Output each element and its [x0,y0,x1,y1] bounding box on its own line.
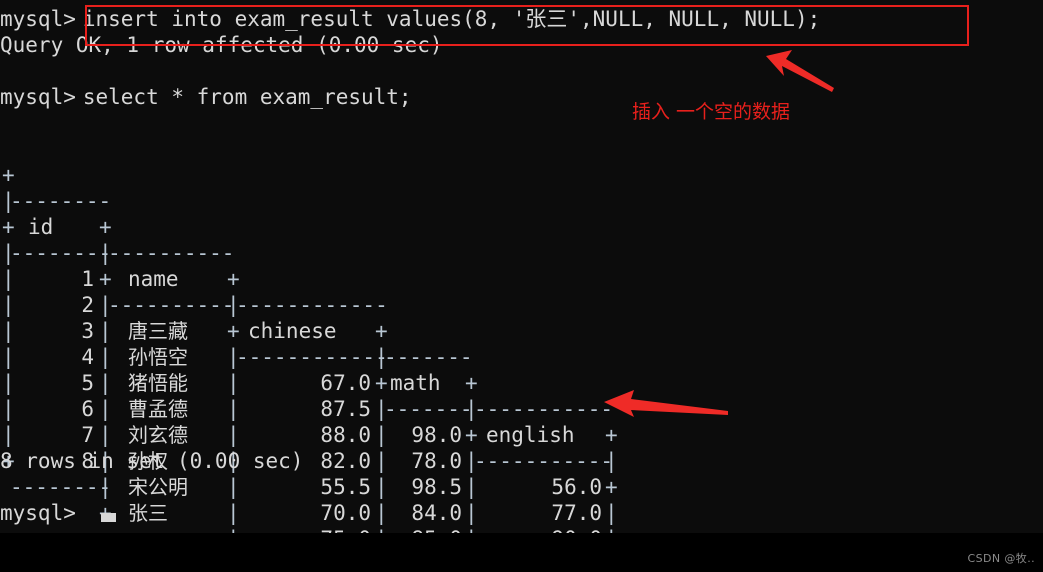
cell-chinese: 88.0 [320,423,371,447]
terminal-line-final-prompt[interactable]: mysql> [0,500,76,526]
rule-corner: + [99,267,112,291]
cell-math: 85.0 [384,526,462,533]
table-border: | [375,501,388,525]
table-border: | [99,345,112,369]
table-border: | [99,371,112,395]
table-rule-mid: + -------- + ---------- + ------------ +… [0,188,618,499]
cell-chinese: 67.0 [320,371,371,395]
table-rule-top: + -------- + ---------- + ------------ +… [0,136,618,447]
mysql-terminal[interactable]: mysql> insert into exam_result values(8, … [0,0,1043,533]
cell-english: 90.0 [478,526,602,533]
cell-chinese: 75.0 [240,526,371,533]
table-border: | [375,526,388,533]
column-header-name: name [128,267,179,291]
table-row: | 7 | 宋公明 | 75.0 | 65.0 | 30.0 | [0,370,371,533]
table-row: | 2 | 孙悟空 | 87.5 | 78.0 | 77.0 | [0,240,618,533]
cell-name: 刘玄德 [128,423,188,447]
select-command-text: select * from exam_result; [82,85,412,109]
column-header-chinese: chinese [248,319,337,343]
cell-chinese: 55.5 [320,475,371,499]
rule-seg: ------- [384,397,473,421]
terminal-line-insert-status: Query OK, 1 row affected (0.00 sec) [0,33,443,57]
terminal-line-insert-command: mysql> insert into exam_result values(8, … [0,6,820,32]
table-border: | [375,423,388,447]
table-row: | 4 | 曹孟德 | 82.0 | 84.0 | 67.0 | [0,292,478,533]
table-border: | [99,397,112,421]
table-border: | [465,501,478,525]
rule-seg: ------------ [236,293,388,317]
table-border: | [605,501,618,525]
rule-corner: + [375,371,388,395]
table-row: | 6 | 孙权 | 70.0 | 73.0 | 78.5 | [0,344,388,533]
cell-math: 84.0 [411,501,462,525]
cell-name: 唐三藏 [128,319,188,343]
column-header-english: english [486,423,575,447]
table-border: | [465,449,478,473]
table-row: | 5 | 刘玄德 | 55.5 | 85.0 | 45.0 | [0,318,462,533]
table-border: | [99,423,112,447]
cell-chinese: 70.0 [320,501,371,525]
rule-seg: ---------- [108,241,235,265]
rule-seg: ----------- [474,449,614,473]
table-border: | [375,475,388,499]
annotation-note-insert: 插入 一个空的数据 [632,101,791,123]
rule-seg: ------- [384,345,473,369]
rule-seg: ---------- [108,293,235,317]
cell-math: 78.0 [411,449,462,473]
screenshot-root: mysql> insert into exam_result values(8, … [0,0,1043,572]
table-border: | [375,397,388,421]
terminal-line-select-status: 8 rows in set (0.00 sec) [0,449,304,473]
rule-corner: + [465,423,478,447]
table-row: | 8 | 张三 | NULL | NULL | NULL | [0,396,240,533]
rule-seg: ---------- [108,526,234,533]
table-border: | [99,319,112,343]
table-border: | [99,293,112,317]
cell-english: 77.0 [551,501,602,525]
cell-chinese: 87.5 [320,397,371,421]
column-header-math: math [390,371,441,395]
cell-name: 曹孟德 [128,397,188,421]
cell-name: 孙悟空 [128,345,188,369]
cell-math: 98.5 [411,475,462,499]
rule-seg: ------------ [236,345,388,369]
rule-seg: ----------- [474,397,614,421]
table-header-row: | id | name | chinese | math | english | [0,162,618,473]
table-border: | [465,475,478,499]
cell-english: 56.0 [551,475,602,499]
table-row: | 1 | 唐三藏 | 67.0 | 98.0 | 56.0 | [0,214,618,525]
table-border: | [465,526,478,533]
cell-name: 猪悟能 [128,371,188,395]
table-rule-bottom: + -------- + ---------- + ------------ +… [0,422,234,533]
rule-seg: -------- [10,475,112,499]
insert-command-text: insert into exam_result values(8, '张三',N… [82,7,821,31]
cell-name: 张三 [128,501,168,525]
rule-corner: + [605,475,618,499]
csdn-watermark: CSDN @牧.. [967,552,1035,565]
prompt-label: mysql> [0,7,76,31]
cell-name: 宋公明 [128,475,188,499]
table-border: | [375,449,388,473]
cell-math: 98.0 [411,423,462,447]
terminal-cursor [101,513,116,522]
terminal-line-select-command: mysql> select * from exam_result; [0,84,412,110]
table-row: | 3 | 猪悟能 | 88.0 | 98.5 | 90.0 | [0,266,602,533]
prompt-label-2: mysql> [0,85,76,109]
table-border: | [605,526,618,533]
